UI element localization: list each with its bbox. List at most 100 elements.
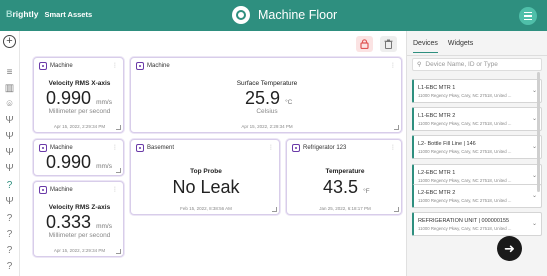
card-title: Machine [147,63,170,69]
panel-scrollbar[interactable] [537,72,540,192]
device-name: L2-EBC MTR 1 [418,170,456,176]
device-list-item[interactable]: L1-EBC MTR 2 11000 Regency Pkwy, Cary, N… [412,107,542,131]
more-icon[interactable]: ⋮ [268,144,274,151]
search-placeholder: Device Name, ID or Type [425,61,498,68]
tab-divider [407,55,547,56]
panel-tabs: Devices Widgets [413,40,473,53]
metric-label: Velocity RMS Z-axis [48,204,111,211]
device-icon [292,144,300,152]
card-header: Machine [39,62,73,70]
timestamp: Apr 15, 2022, 2:29:34 PM [241,124,293,129]
resize-handle[interactable] [116,249,121,254]
tools-icon[interactable]: Ψ [4,163,15,174]
widget-card-machine-value[interactable]: Machine ⋮ 0.990 mm/s [33,139,124,176]
metric-label: Surface Temperature [236,80,298,87]
lock-icon [360,39,369,49]
metric-unit: °C [285,99,293,106]
widget-card-velocity-z[interactable]: Machine ⋮ Velocity RMS Z-axis 0.333 mm/s… [33,181,124,257]
tab-devices[interactable]: Devices [413,40,438,53]
widget-card-basement[interactable]: Basement ⋮ Top Probe No Leak Feb 15, 202… [130,139,280,215]
device-address: 11000 Regency Pkwy, Cary, NC 27518, Unit… [418,198,512,203]
tools-icon[interactable]: Ψ [4,196,15,207]
device-address: 11000 Regency Pkwy, Cary, NC 27518, Unit… [418,149,512,154]
metric-value: 25.9 [245,88,281,108]
card-title: Refrigerator 123 [303,145,347,151]
resize-handle[interactable] [394,207,399,212]
timestamp: Apr 15, 2022, 2:29:34 PM [53,124,106,129]
list-icon[interactable]: ≡ [4,67,15,78]
card-header: Machine [39,144,73,152]
building-icon[interactable]: ▥ [4,83,15,94]
device-list-item[interactable]: L2-EBC MTR 2 11000 Regency Pkwy, Cary, N… [412,184,542,208]
resize-handle[interactable] [116,168,121,173]
device-name: L2-EBC MTR 2 [418,190,456,196]
metric-label: Velocity RMS X-axis [48,80,111,87]
tools-icon[interactable]: Ψ [4,115,15,126]
device-name: REFRIGERATION UNIT | 000000155 [418,218,510,224]
device-icon [39,186,47,194]
metric-label: Top Probe [190,168,222,175]
product-name: Smart Assets [44,9,93,19]
device-address: 11000 Regency Pkwy, Cary, NC 27518, Unit… [418,226,512,231]
resize-handle[interactable] [272,207,277,212]
widget-card-surface-temperature[interactable]: Machine ⋮ Surface Temperature 25.9 °C Ce… [130,57,402,133]
hamburger-icon[interactable] [519,7,537,25]
metric-unit: °F [363,188,370,195]
timestamp: Feb 15, 2022, 8:38:56 AM [180,206,232,211]
devices-panel: Devices Widgets ⚲ Device Name, ID or Typ… [406,31,547,276]
help-icon[interactable]: ? [4,213,15,224]
device-search-input[interactable]: ⚲ Device Name, ID or Type [412,58,542,71]
device-list-item[interactable]: L2- Bottle Fill Line | 146 11000 Regency… [412,135,542,159]
page-title-group: Machine Floor [232,6,337,24]
widget-card-velocity-x[interactable]: Machine ⋮ Velocity RMS X-axis 0.990 mm/s… [33,57,124,133]
arrow-right-icon[interactable]: ➜ [497,236,522,261]
more-icon[interactable]: ⋮ [390,62,396,69]
device-address: 11000 Regency Pkwy, Cary, NC 27518, Unit… [418,121,512,126]
more-icon[interactable]: ⋮ [112,144,118,151]
help-icon-active[interactable]: ? [4,180,15,191]
tab-widgets[interactable]: Widgets [448,40,473,53]
metric-unit: mm/s [96,163,112,170]
tools-icon[interactable]: Ψ [4,147,15,158]
card-title: Basement [147,145,175,151]
card-header: Machine [136,62,170,70]
help-icon[interactable]: ? [4,261,15,272]
metric-value-group: 0.990 mm/s [46,88,112,109]
brand-logo[interactable]: B rightly Smart Assets [6,9,92,19]
chevron-down-icon[interactable]: ⌄ [532,192,537,199]
lock-button[interactable] [356,36,373,52]
location-pin-icon[interactable]: ⌾ [4,99,15,110]
device-name: L1-EBC MTR 1 [418,85,456,91]
device-icon [136,144,144,152]
metric-value: 0.990 [46,152,92,172]
resize-handle[interactable] [116,125,121,130]
device-list-item[interactable]: L1-EBC MTR 1 11000 Regency Pkwy, Cary, N… [412,79,542,103]
more-icon[interactable]: ⋮ [112,186,118,193]
delete-button[interactable] [380,36,397,52]
card-title: Machine [50,187,73,193]
card-header: Machine [39,186,73,194]
device-name: L2- Bottle Fill Line | 146 [418,141,476,147]
metric-value-group: 43.5 °F [323,177,370,198]
card-header: Basement [136,144,174,152]
page-title: Machine Floor [258,8,338,22]
widget-card-refrigerator[interactable]: Refrigerator 123 ⋮ Temperature 43.5 °F J… [286,139,402,215]
resize-handle[interactable] [394,125,399,130]
help-icon[interactable]: ? [4,229,15,240]
chevron-down-icon[interactable]: ⌄ [532,220,537,227]
metric-value-group: 0.333 mm/s [46,212,112,233]
card-header: Refrigerator 123 [292,144,346,152]
tools-icon[interactable]: Ψ [4,131,15,142]
add-icon[interactable]: + [3,35,16,48]
trash-icon [384,39,393,49]
device-list-item[interactable]: REFRIGERATION UNIT | 000000155 11000 Reg… [412,212,542,236]
more-icon[interactable]: ⋮ [112,62,118,69]
more-icon[interactable]: ⋮ [390,144,396,151]
device-address: 11000 Regency Pkwy, Cary, NC 27518, Unit… [418,93,512,98]
search-icon: ⚲ [417,62,422,68]
brand-logo-text: rightly [12,9,39,19]
help-icon[interactable]: ? [4,245,15,256]
device-icon [39,62,47,70]
metric-value: 0.990 [46,88,92,108]
device-address: 11000 Regency Pkwy, Cary, NC 27518, Unit… [418,178,512,183]
